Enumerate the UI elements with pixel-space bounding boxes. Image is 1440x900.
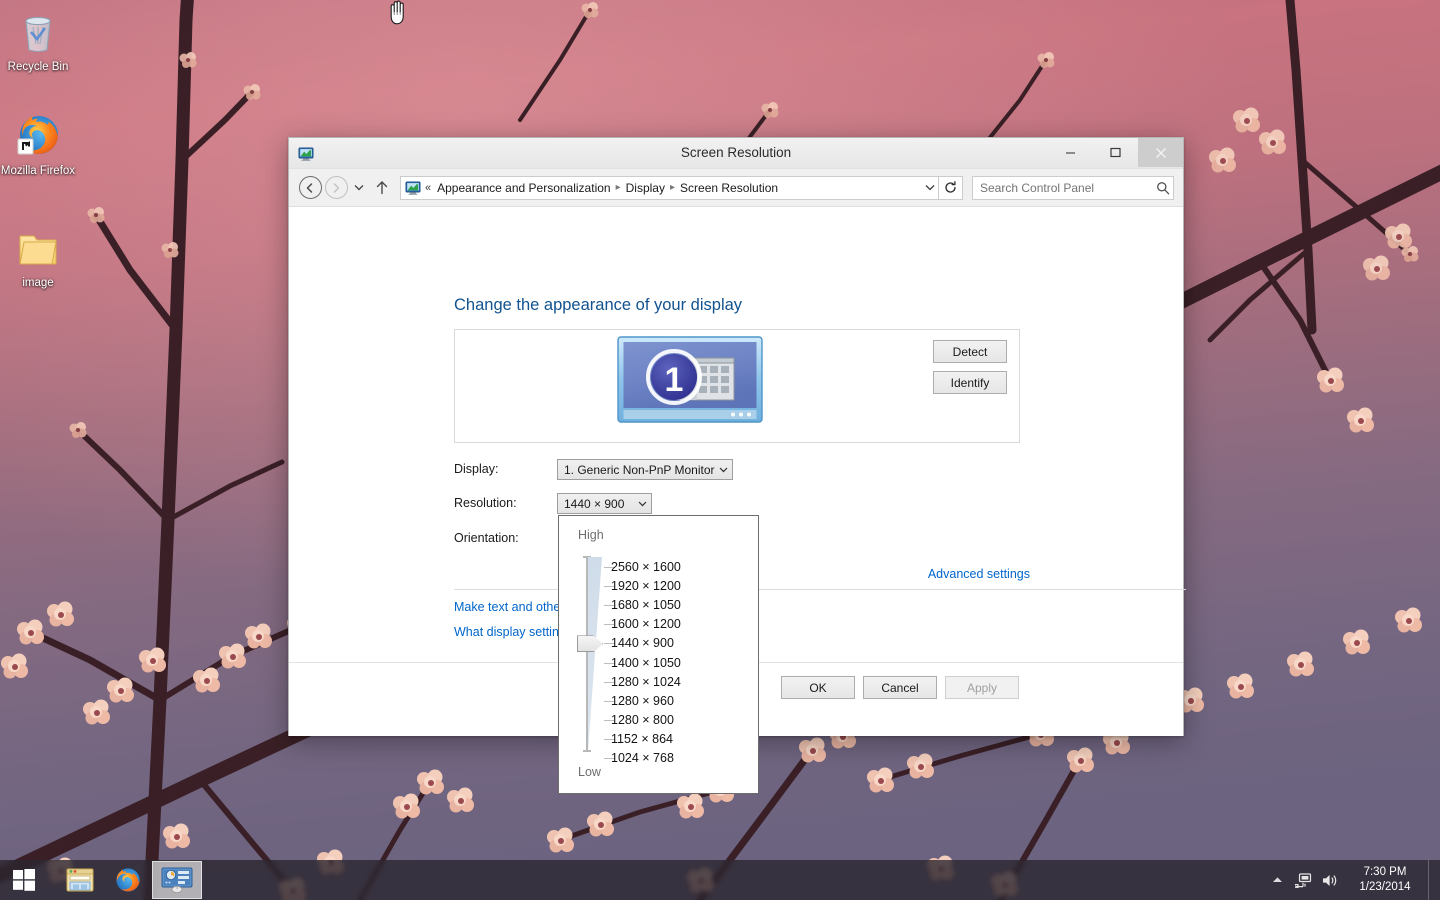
make-text-larger-link[interactable]: Make text and other <box>454 600 564 614</box>
what-display-settings-link[interactable]: What display setting <box>454 625 566 639</box>
breadcrumb-overflow-chevron[interactable]: « <box>425 182 431 194</box>
volume-icon[interactable] <box>1316 860 1342 900</box>
resolution-option[interactable]: 1280 × 1024 <box>611 675 681 689</box>
breadcrumb-screen-resolution[interactable]: Screen Resolution <box>680 181 778 195</box>
desktop-icon-label: Mozilla Firefox <box>0 165 76 177</box>
page-title: Change the appearance of your display <box>454 296 743 314</box>
forward-button[interactable] <box>324 176 348 200</box>
desktop-icon-image-folder[interactable]: image <box>0 224 76 290</box>
system-tray[interactable]: 7:30 PM 1/23/2014 <box>1264 860 1440 900</box>
start-button[interactable] <box>0 860 48 900</box>
refresh-button[interactable] <box>939 175 963 200</box>
desktop[interactable]: Recycle Bin Mozilla Firefox image Screen… <box>0 0 1440 900</box>
detect-button[interactable]: Detect <box>933 340 1007 363</box>
breadcrumb-separator-icon[interactable]: ▸ <box>616 182 621 193</box>
up-one-level-button[interactable] <box>370 176 394 200</box>
taskbar-item-file-explorer[interactable] <box>56 860 104 900</box>
display-select[interactable]: 1. Generic Non-PnP Monitor <box>557 459 733 480</box>
address-dropdown-chevron-down-icon[interactable] <box>921 177 938 199</box>
search-input[interactable] <box>973 179 1153 196</box>
search-control-panel-box[interactable] <box>972 175 1174 200</box>
resolution-select-value: 1440 × 900 <box>564 496 625 511</box>
slider-low-label: Low <box>578 765 601 779</box>
maximize-button[interactable] <box>1093 138 1138 167</box>
window-caption-buttons <box>1048 138 1183 167</box>
clock[interactable]: 7:30 PM 1/23/2014 <box>1342 860 1428 900</box>
resolution-select[interactable]: 1440 × 900 <box>557 493 652 514</box>
resolution-option[interactable]: 1680 × 1050 <box>611 598 681 612</box>
desktop-icon-label: Recycle Bin <box>7 61 69 73</box>
slider-high-label: High <box>578 528 604 542</box>
recent-pages-button[interactable] <box>350 176 368 200</box>
resolution-option[interactable]: 1400 × 1050 <box>611 656 681 670</box>
svg-text:1: 1 <box>665 361 684 399</box>
taskbar-item-screen-resolution[interactable] <box>152 861 202 899</box>
taskbar[interactable]: 7:30 PM 1/23/2014 <box>0 860 1440 900</box>
back-button[interactable] <box>298 176 322 200</box>
resolution-option[interactable]: 1440 × 900 <box>611 636 674 650</box>
resolution-option[interactable]: 1280 × 800 <box>611 713 674 727</box>
windows-logo-icon <box>13 869 35 891</box>
slider-track[interactable] <box>586 556 588 752</box>
apply-button: Apply <box>945 676 1019 699</box>
breadcrumb-display[interactable]: Display <box>626 181 665 195</box>
display-select-value: 1. Generic Non-PnP Monitor <box>564 462 715 477</box>
resolution-option[interactable]: 1152 × 864 <box>611 732 673 746</box>
identify-button[interactable]: Identify <box>933 371 1007 394</box>
display-settings-icon <box>161 867 193 893</box>
resolution-option[interactable]: 1600 × 1200 <box>611 617 681 631</box>
control-panel-icon <box>405 180 421 196</box>
network-icon[interactable] <box>1290 860 1316 900</box>
firefox-icon <box>116 868 140 892</box>
chevron-down-icon[interactable] <box>715 467 732 473</box>
desktop-icon-recycle-bin[interactable]: Recycle Bin <box>0 8 76 74</box>
firefox-icon <box>14 112 62 160</box>
resolution-option[interactable]: 1920 × 1200 <box>611 579 681 593</box>
window-content: Change the appearance of your display 1 … <box>289 207 1186 794</box>
taskbar-item-mozilla-firefox[interactable] <box>104 860 152 900</box>
show-desktop-button[interactable] <box>1428 860 1436 900</box>
cancel-button[interactable]: Cancel <box>863 676 937 699</box>
desktop-icon-mozilla-firefox[interactable]: Mozilla Firefox <box>0 112 76 178</box>
folder-icon <box>14 224 62 272</box>
address-bar[interactable]: « Appearance and Personalization ▸ Displ… <box>400 175 939 200</box>
ok-button[interactable]: OK <box>781 676 855 699</box>
resolution-option[interactable]: 1280 × 960 <box>611 694 674 708</box>
slider-range-wedge <box>588 557 602 751</box>
desktop-icon-label: image <box>22 277 54 289</box>
resolution-option[interactable]: 2560 × 1600 <box>611 560 681 574</box>
resolution-slider-flyout[interactable]: High 2560 × 1600 1920 × 1200 1680 × 1050 16… <box>558 515 759 794</box>
minimize-button[interactable] <box>1048 138 1093 167</box>
display-label: Display: <box>454 462 499 476</box>
advanced-settings-link[interactable]: Advanced settings <box>928 567 1030 581</box>
show-hidden-icons-button[interactable] <box>1264 860 1290 900</box>
chevron-down-icon[interactable] <box>634 501 651 507</box>
search-icon[interactable] <box>1153 181 1173 195</box>
recycle-bin-icon <box>14 8 62 56</box>
screen-resolution-window[interactable]: Screen Resolution « Appearance and Perso… <box>288 137 1186 794</box>
breadcrumb-appearance-and-personalization[interactable]: Appearance and Personalization <box>437 181 610 195</box>
close-button[interactable] <box>1138 138 1183 167</box>
clock-date: 1/23/2014 <box>1359 881 1411 893</box>
window-titlebar[interactable]: Screen Resolution <box>289 138 1183 169</box>
resolution-option[interactable]: 1024 × 768 <box>611 751 674 765</box>
clock-time: 7:30 PM <box>1363 866 1407 878</box>
file-explorer-icon <box>66 868 94 892</box>
navigation-bar[interactable]: « Appearance and Personalization ▸ Displ… <box>289 169 1183 207</box>
monitor-preview-icon[interactable]: 1 <box>617 336 763 437</box>
resolution-label: Resolution: <box>454 496 517 510</box>
orientation-label: Orientation: <box>454 531 519 545</box>
slider-thumb[interactable] <box>577 635 603 653</box>
breadcrumb-separator-icon[interactable]: ▸ <box>670 182 675 193</box>
